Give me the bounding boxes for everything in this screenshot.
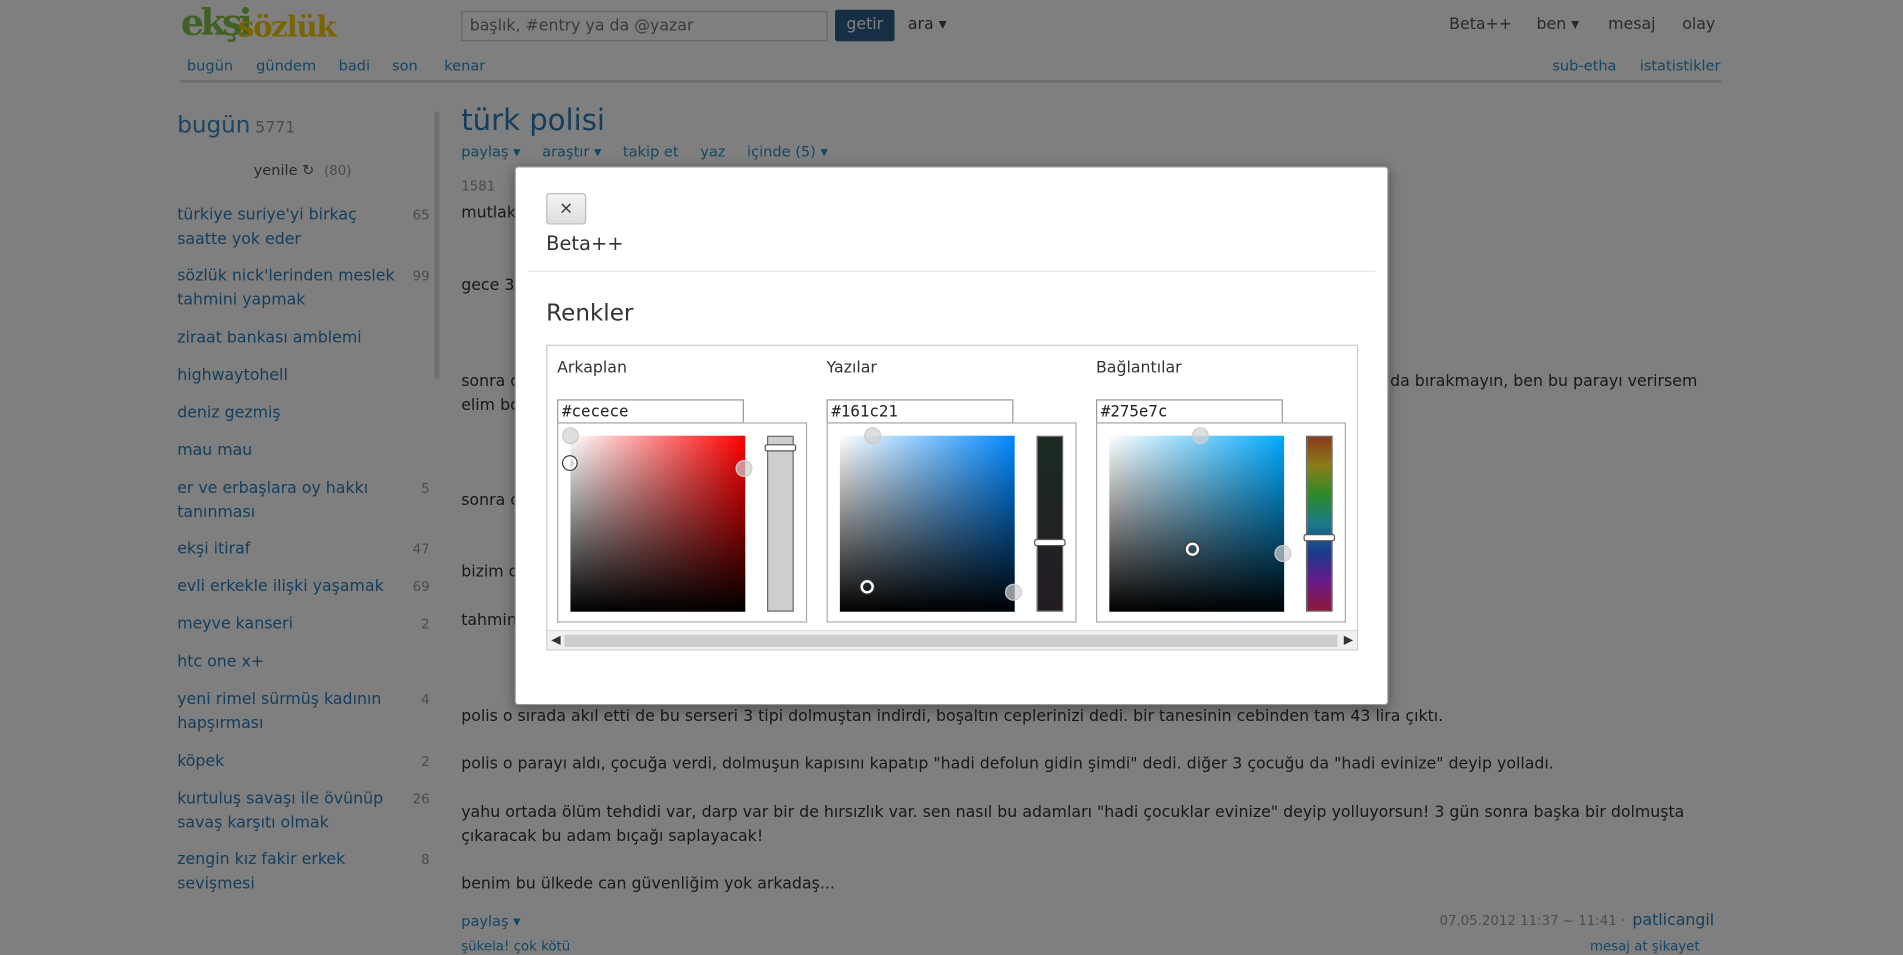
color-marker-shadow: [1191, 427, 1209, 445]
color-picker-label: Arkaplan: [557, 359, 627, 378]
close-button[interactable]: ×: [546, 192, 587, 225]
slider-handle[interactable]: [764, 444, 797, 452]
scroll-right-icon[interactable]: ▶: [1340, 631, 1357, 649]
settings-modal: × Beta++ Renkler Arkaplan Yazılar Bağlantı…: [514, 166, 1389, 706]
saturation-area[interactable]: [561, 427, 753, 612]
scrollbar-thumb[interactable]: [564, 634, 1338, 647]
color-picker-2: Yazılar: [817, 346, 1077, 625]
color-marker-shadow: [864, 427, 882, 445]
color-picker-label: Yazılar: [826, 359, 877, 378]
color-pickers-panel: Arkaplan Yazılar Bağlantılar ◀ ▶: [546, 344, 1359, 651]
slider-handle[interactable]: [1034, 538, 1066, 547]
value-gradient: [1109, 435, 1285, 612]
color-picker-1: Arkaplan: [547, 346, 808, 625]
hex-color-input[interactable]: [826, 399, 1014, 424]
saturation-area[interactable]: [839, 427, 1022, 612]
horizontal-scrollbar[interactable]: ◀ ▶: [547, 629, 1357, 650]
saturation-area[interactable]: [1109, 427, 1292, 612]
color-picker-label: Bağlantılar: [1095, 359, 1182, 378]
color-marker[interactable]: [860, 579, 874, 594]
color-marker-shadow: [735, 459, 753, 477]
color-picker-frame: [557, 422, 808, 623]
color-marker-shadow: [1274, 544, 1292, 562]
color-marker-shadow: [1004, 583, 1022, 601]
hex-color-input[interactable]: [1095, 399, 1283, 424]
scroll-left-icon[interactable]: ◀: [547, 631, 564, 649]
section-title: Renkler: [546, 299, 634, 327]
color-marker-shadow: [561, 427, 579, 445]
value-gradient: [570, 435, 746, 612]
slider-handle[interactable]: [1303, 534, 1336, 542]
hex-color-input[interactable]: [557, 399, 744, 424]
hue-slider[interactable]: [1303, 435, 1336, 612]
color-picker-frame: [1095, 422, 1346, 623]
hue-slider[interactable]: [764, 435, 797, 612]
hue-slider[interactable]: [1034, 435, 1066, 612]
color-picker-frame: [826, 422, 1077, 623]
modal-divider: [527, 270, 1376, 272]
modal-title: Beta++: [546, 231, 624, 255]
color-picker-3: Bağlantılar: [1086, 346, 1346, 625]
